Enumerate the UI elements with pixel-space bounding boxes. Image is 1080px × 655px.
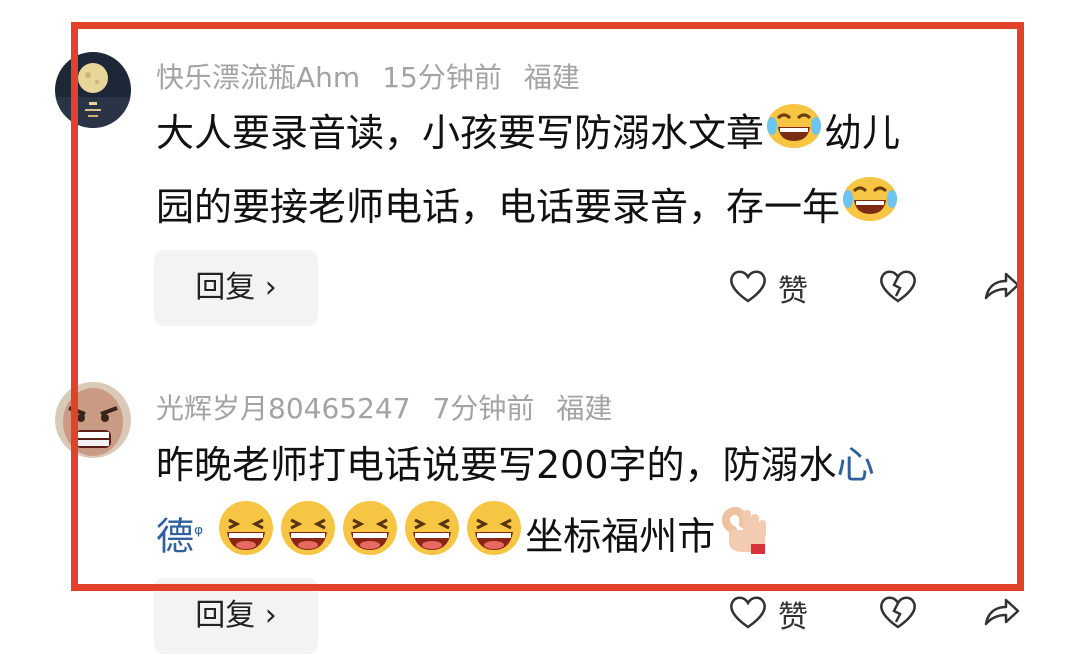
share-icon [982,594,1022,634]
like-label: 赞 [778,274,808,309]
heart-icon [728,594,768,634]
comment-meta: 光辉岁月80465247 7分钟前 福建 [156,387,634,427]
comment-text: 大人要录音读，小孩要写防溺水文章 幼儿 园的要接老师电话，电话要录音，存一年 [156,98,1026,245]
search-link[interactable]: 德 [156,515,194,559]
comment-line-1b: 幼儿 [824,111,901,155]
share-icon [982,268,1022,308]
grinning-emoji [215,500,277,578]
broken-heart-icon [878,594,918,634]
like-button[interactable]: 赞 [728,584,808,644]
like-label: 赞 [778,600,808,635]
comment-line-1: 昨晚老师打电话说要写200字的，防溺水 [156,443,837,487]
dislike-button[interactable] [878,584,918,644]
comment-text: 昨晚老师打电话说要写200字的，防溺水心 德ᵠ 坐标福州市 [156,430,1026,578]
comment-line-1: 大人要录音读，小孩要写防溺水文章 [156,111,765,155]
grinning-emoji [339,500,401,578]
timestamp: 15分钟前 [382,61,502,94]
dislike-button[interactable] [878,258,918,318]
heart-icon [728,268,768,308]
tears-of-joy-emoji [840,173,900,245]
search-mark-icon[interactable]: ᵠ [194,522,203,547]
username[interactable]: 光辉岁月80465247 [156,392,411,425]
username[interactable]: 快乐漂流瓶Ahm [156,61,360,94]
user-avatar[interactable] [55,382,131,458]
search-link[interactable]: 心 [837,443,875,487]
timestamp: 7分钟前 [432,392,535,425]
grinning-emoji [463,500,525,578]
comment-actions: 赞 [720,258,1060,318]
share-button[interactable] [982,584,1022,644]
user-avatar[interactable] [55,52,131,128]
comment-line-2: 坐标福州市 [525,514,716,559]
grinning-emoji [277,500,339,578]
location: 福建 [523,61,580,94]
tears-of-joy-emoji [764,100,824,172]
share-button[interactable] [982,258,1022,318]
comment-meta: 快乐漂流瓶Ahm 15分钟前 福建 [156,56,602,96]
broken-heart-icon [878,268,918,308]
ok-hand-emoji [715,500,771,578]
comment-line-2: 园的要接老师电话，电话要录音，存一年 [156,184,841,229]
grinning-emoji [401,500,463,578]
location: 福建 [556,392,613,425]
like-button[interactable]: 赞 [728,258,808,318]
comment-actions: 赞 [720,584,1060,644]
reply-button[interactable]: 回复 › [154,250,318,326]
reply-button[interactable]: 回复 › [154,578,318,654]
